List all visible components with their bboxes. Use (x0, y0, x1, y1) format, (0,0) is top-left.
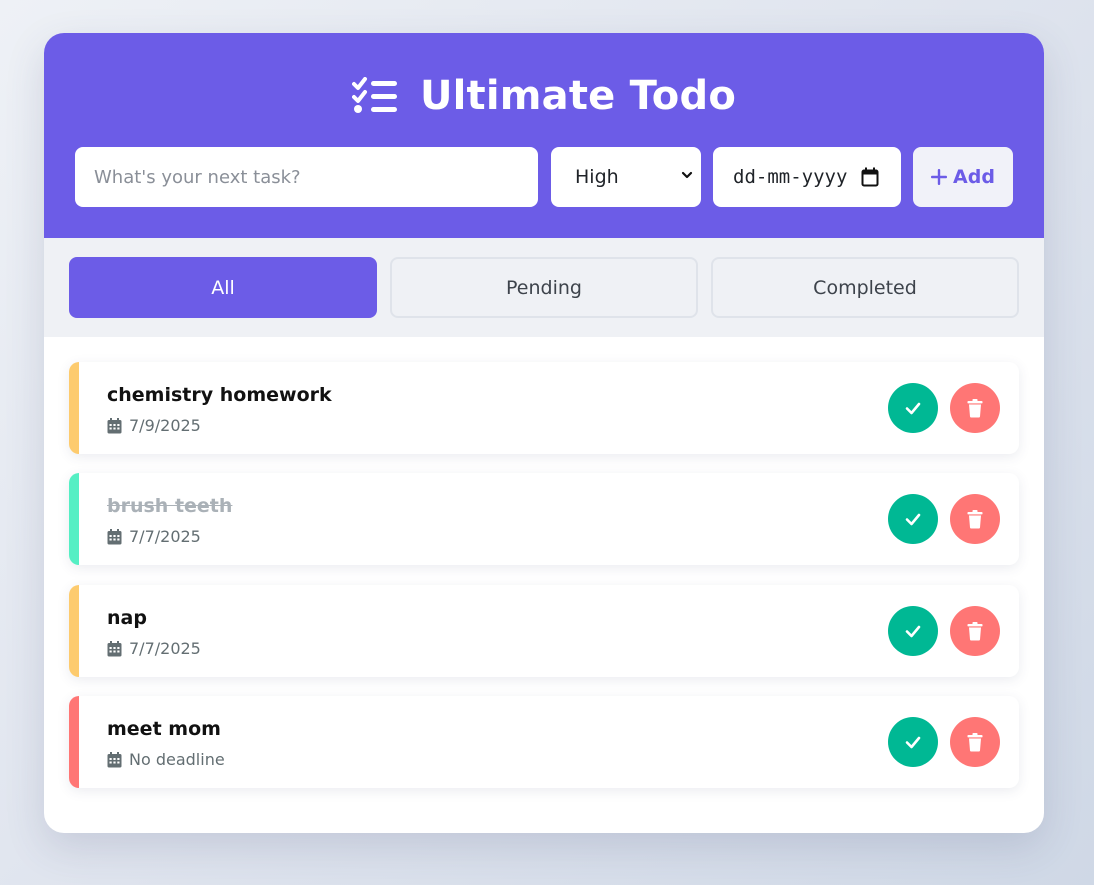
task-input[interactable] (75, 147, 538, 207)
priority-indicator (69, 585, 79, 677)
check-icon (905, 736, 921, 749)
todo-date: 7/7/2025 (107, 527, 201, 546)
todo-text: meet mom (107, 718, 221, 740)
plus-icon (931, 169, 948, 185)
date-placeholder: dd-mm-yyyy (733, 166, 848, 188)
delete-button[interactable] (950, 383, 1000, 433)
title-row: Ultimate Todo (44, 71, 1044, 121)
filter-all-button[interactable]: All (69, 257, 377, 318)
trash-icon (967, 622, 983, 641)
todo-date: 7/9/2025 (107, 416, 201, 435)
priority-select[interactable]: High (551, 147, 701, 207)
deadline-date-input[interactable]: dd-mm-yyyy (713, 147, 901, 207)
calendar-icon (107, 640, 122, 656)
delete-button[interactable] (950, 494, 1000, 544)
check-icon (905, 625, 921, 638)
check-icon (905, 513, 921, 526)
todo-text: chemistry homework (107, 384, 332, 406)
todo-app-card: Ultimate Todo High dd-mm-yyyy Add (44, 33, 1044, 833)
priority-indicator (69, 362, 79, 454)
filter-bar: All Pending Completed (44, 238, 1044, 337)
todo-text: brush teeth (107, 495, 233, 517)
filter-pending-button[interactable]: Pending (390, 257, 698, 318)
filter-pending-label: Pending (506, 276, 582, 299)
list-check-icon (351, 77, 397, 113)
todo-item: nap 7/7/2025 (69, 585, 1019, 677)
calendar-picker-icon[interactable] (861, 167, 879, 187)
complete-button[interactable] (888, 383, 938, 433)
todo-item: meet mom No deadline (69, 696, 1019, 788)
priority-indicator (69, 473, 79, 565)
calendar-icon (107, 751, 122, 767)
calendar-icon (107, 417, 122, 433)
complete-button[interactable] (888, 494, 938, 544)
chevron-down-icon (681, 171, 693, 179)
trash-icon (967, 510, 983, 529)
trash-icon (967, 399, 983, 418)
todo-date-text: 7/9/2025 (129, 416, 201, 435)
todo-date: 7/7/2025 (107, 639, 201, 658)
delete-button[interactable] (950, 606, 1000, 656)
filter-completed-button[interactable]: Completed (711, 257, 1019, 318)
todo-text: nap (107, 607, 147, 629)
filter-all-label: All (211, 276, 235, 299)
priority-selected-value: High (575, 166, 619, 188)
todo-date: No deadline (107, 750, 225, 769)
complete-button[interactable] (888, 606, 938, 656)
delete-button[interactable] (950, 717, 1000, 767)
todo-date-text: No deadline (129, 750, 225, 769)
check-icon (905, 402, 921, 415)
priority-indicator (69, 696, 79, 788)
app-header: Ultimate Todo High dd-mm-yyyy Add (44, 33, 1044, 238)
add-button-label: Add (953, 166, 995, 188)
filter-completed-label: Completed (813, 276, 917, 299)
add-task-button[interactable]: Add (913, 147, 1013, 207)
trash-icon (967, 733, 983, 752)
todo-item: chemistry homework 7/9/2025 (69, 362, 1019, 454)
todo-item: brush teeth 7/7/2025 (69, 473, 1019, 565)
calendar-icon (107, 528, 122, 544)
todo-date-text: 7/7/2025 (129, 639, 201, 658)
page-title: Ultimate Todo (419, 73, 737, 119)
complete-button[interactable] (888, 717, 938, 767)
todo-date-text: 7/7/2025 (129, 527, 201, 546)
